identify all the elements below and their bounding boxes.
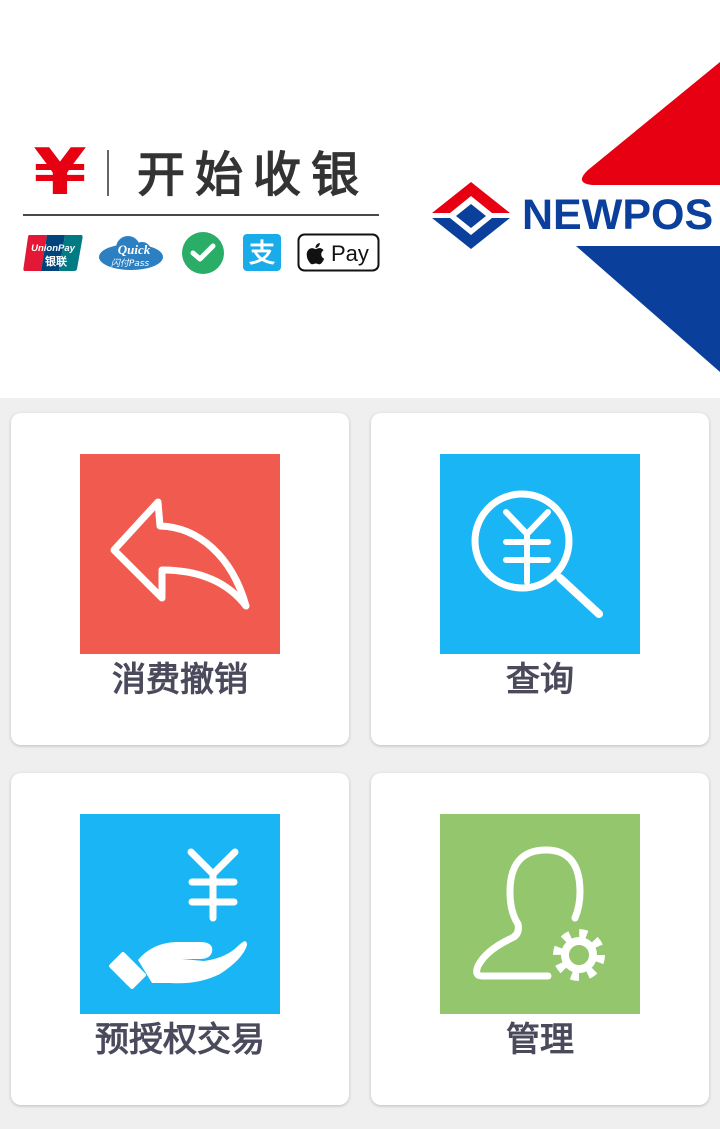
- alipay-logo: 支: [243, 234, 281, 271]
- quickpass-cn-text: 闪付Pass: [111, 258, 150, 269]
- menu-item-label: 管理: [506, 1020, 574, 1060]
- header-banner: ¥ 开始收银 UnionPay 银联 Quick 闪付Pass 支 Pay NE…: [0, 0, 720, 398]
- menu-item-management[interactable]: 管理: [371, 773, 709, 1105]
- apple-pay-text: Pay: [331, 241, 369, 266]
- title-divider: [107, 150, 109, 196]
- apple-pay-logo: Pay: [297, 233, 380, 272]
- newpos-logo-icon: [432, 182, 510, 249]
- menu-item-preauth[interactable]: 预授权交易: [11, 773, 349, 1105]
- wechat-pay-icon: [182, 232, 224, 274]
- menu-item-icon-box: [440, 454, 640, 654]
- reply-arrow-icon: [110, 498, 250, 610]
- quickpass-logo: Quick 闪付Pass: [99, 236, 163, 270]
- menu-item-icon-box: [80, 454, 280, 654]
- banner-divider: [23, 214, 379, 216]
- quickpass-text: Quick: [118, 242, 151, 257]
- unionpay-cn-text: 银联: [45, 254, 67, 268]
- yuan-icon: ¥: [33, 136, 87, 210]
- page-title: 开始收银: [137, 147, 370, 203]
- menu-item-label: 查询: [506, 660, 574, 700]
- menu-item-query[interactable]: 查询: [371, 413, 709, 745]
- user-gear-icon: [473, 846, 605, 981]
- alipay-text: 支: [249, 239, 275, 269]
- menu-item-void-sale[interactable]: 消费撤销: [11, 413, 349, 745]
- brand-name: NEWPOS: [522, 191, 714, 239]
- menu-item-label: 消费撤销: [112, 660, 248, 700]
- gear-icon: [553, 929, 605, 981]
- unionpay-logo: UnionPay 银联: [23, 235, 83, 271]
- unionpay-text: UnionPay: [31, 243, 76, 254]
- hand-yuan-icon: [109, 848, 247, 989]
- menu-item-label: 预授权交易: [95, 1020, 265, 1060]
- search-yuan-icon: [471, 490, 603, 618]
- menu-item-icon-box: [80, 814, 280, 1014]
- menu-item-icon-box: [440, 814, 640, 1014]
